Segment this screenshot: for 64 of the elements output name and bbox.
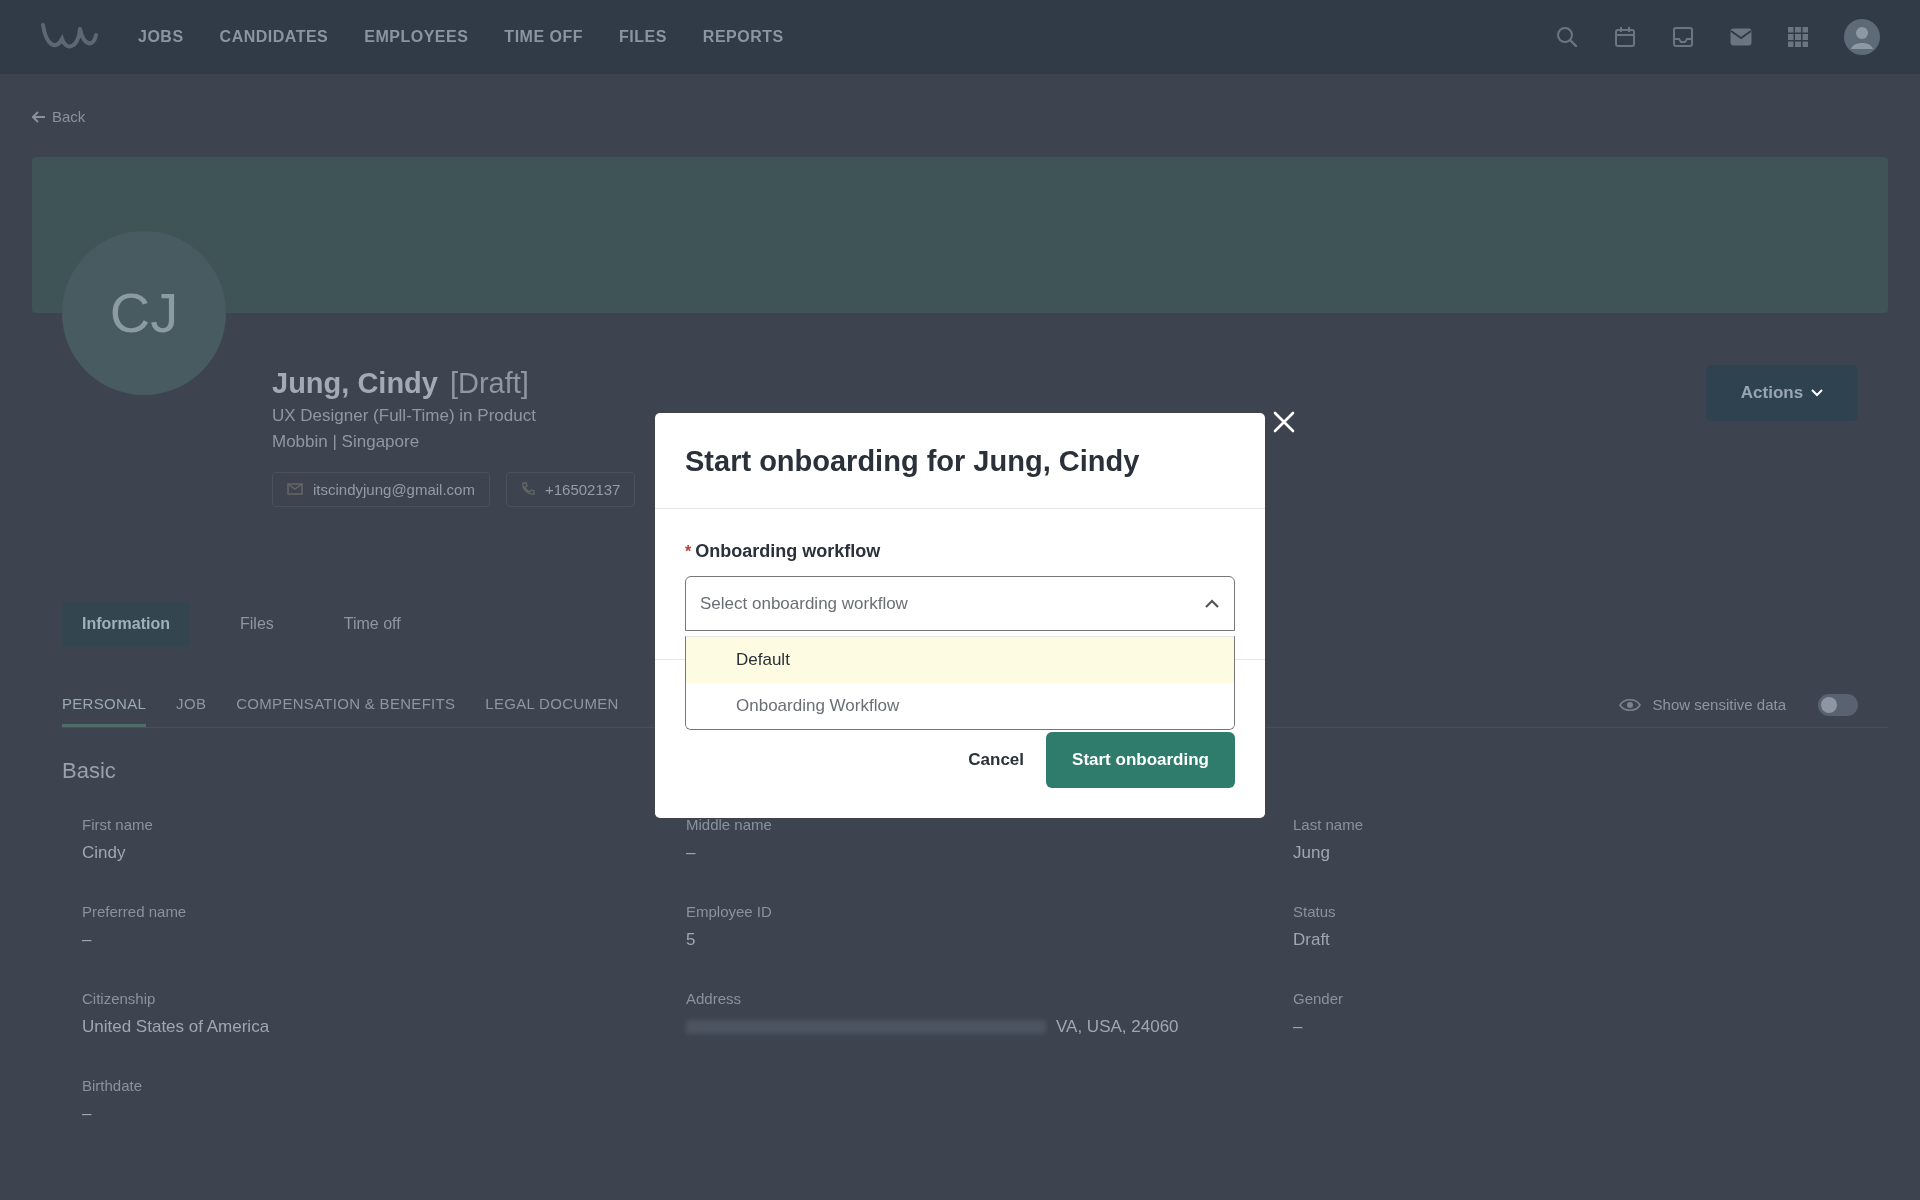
required-asterisk: * <box>685 543 692 561</box>
phone-chip[interactable]: +16502137 <box>505 471 636 507</box>
tab[interactable]: Time off <box>323 600 421 647</box>
employee-name: Jung, Cindy <box>272 366 438 400</box>
eye-icon <box>1618 697 1641 712</box>
field-value: – <box>82 1103 92 1124</box>
field-label: Last name <box>1293 815 1365 833</box>
field-value: 5 <box>686 929 696 950</box>
field-value: Jung <box>1293 842 1330 863</box>
phone-icon <box>520 482 535 496</box>
field-label: Middle name <box>686 815 773 833</box>
field-label: First name <box>82 815 154 833</box>
nav-link[interactable]: CANDIDATES <box>219 24 329 50</box>
start-onboarding-button[interactable]: Start onboarding <box>1046 732 1235 788</box>
email-chip[interactable]: itscindyjung@gmail.com <box>272 471 490 507</box>
cancel-button[interactable]: Cancel <box>958 750 1035 770</box>
field-label: Employee ID <box>686 902 773 920</box>
job-title: UX Designer (Full-Time) in Product <box>272 405 537 426</box>
inbox-icon[interactable] <box>1672 26 1694 48</box>
subtab[interactable]: COMPENSATION & BENEFITS <box>236 682 456 727</box>
status-label: [Draft] <box>449 366 529 400</box>
field-value: – <box>686 842 696 863</box>
dropdown-option[interactable]: Default <box>686 637 1234 683</box>
field-label: Onboarding workflow <box>695 541 881 562</box>
subtab[interactable]: PERSONAL <box>62 682 147 727</box>
nav-link[interactable]: JOBS <box>138 24 184 50</box>
field-value: Draft <box>1293 929 1330 950</box>
section-heading: Basic <box>62 757 116 784</box>
field-value: VA, USA, 24060 <box>1056 1016 1179 1037</box>
nav-link[interactable]: FILES <box>619 24 667 50</box>
field-label: Preferred name <box>82 902 188 920</box>
subtab[interactable]: LEGAL DOCUMEN <box>485 682 619 727</box>
field-label: Status <box>1293 902 1337 920</box>
location-text: Mobbin | Singapore <box>272 431 421 452</box>
grid-icon[interactable] <box>1788 27 1808 47</box>
field-value: Cindy <box>82 842 126 863</box>
tab[interactable]: Files <box>220 600 294 647</box>
nav-link[interactable]: TIME OFF <box>504 24 583 50</box>
sensitive-data-label: Show sensitive data <box>1652 696 1786 713</box>
close-icon[interactable] <box>1273 411 1295 433</box>
field-value: United States of America <box>82 1016 270 1037</box>
chevron-up-icon <box>1205 599 1219 608</box>
calendar-icon[interactable] <box>1614 26 1636 48</box>
search-icon[interactable] <box>1556 26 1578 48</box>
nav-link[interactable]: EMPLOYEES <box>364 24 469 50</box>
back-link[interactable]: Back <box>32 108 86 125</box>
field-label: Address <box>686 989 743 1007</box>
field-value: – <box>82 929 92 950</box>
field-label: Gender <box>1293 989 1345 1007</box>
field-label: Citizenship <box>82 989 157 1007</box>
nav-link[interactable]: REPORTS <box>702 24 784 50</box>
dialog-title: Start onboarding for Jung, Cindy <box>685 445 1141 478</box>
avatar-icon[interactable] <box>1844 19 1880 55</box>
chevron-down-icon <box>1811 388 1824 397</box>
field-value: – <box>1293 1016 1303 1037</box>
arrow-left-icon <box>32 110 46 123</box>
workflow-select[interactable]: Select onboarding workflow <box>685 576 1235 631</box>
envelope-icon <box>287 483 303 495</box>
actions-button[interactable]: Actions <box>1706 364 1858 421</box>
tab[interactable]: Information <box>62 600 190 647</box>
subtab[interactable]: JOB <box>176 682 207 727</box>
mail-icon[interactable] <box>1730 28 1752 46</box>
sensitive-data-toggle[interactable] <box>1818 693 1858 716</box>
field-label: Birthdate <box>82 1076 144 1094</box>
